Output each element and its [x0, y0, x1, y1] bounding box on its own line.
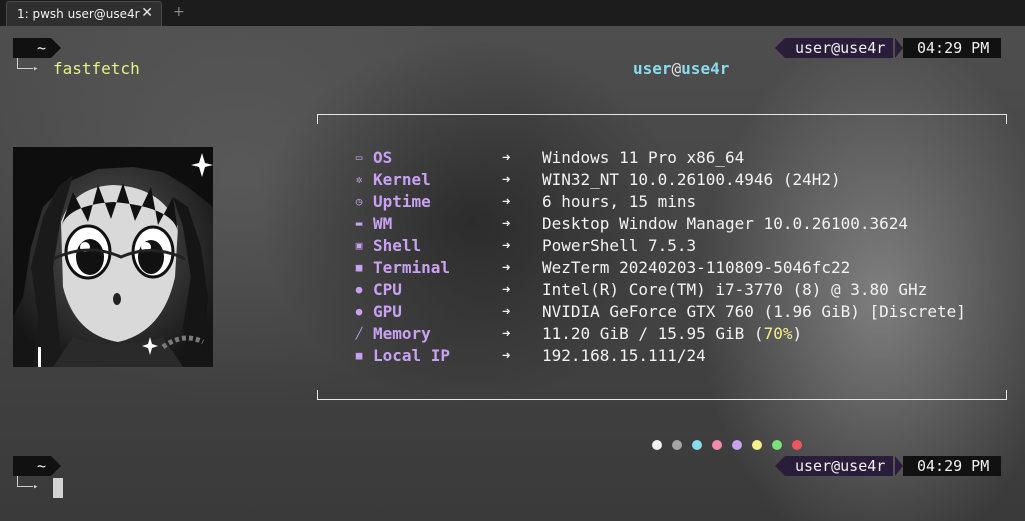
- gpu-icon: ●: [355, 305, 363, 318]
- arrow-right-icon: ➜: [502, 348, 511, 364]
- memory-icon: ╱: [355, 327, 363, 340]
- arrow-right-icon: ➜: [502, 304, 511, 320]
- info-key: Kernel: [373, 170, 431, 189]
- terminal-icon: ■: [355, 261, 363, 274]
- prompt-user-segment: user@use4r: [774, 38, 894, 58]
- tab-pwsh[interactable]: 1: pwsh user@use4r ✕: [6, 1, 162, 26]
- prompt-connector: [17, 58, 33, 69]
- info-key: WM: [373, 214, 393, 233]
- info-value: 192.168.15.111/24: [542, 346, 706, 365]
- anime-girl-logo-image: [13, 147, 213, 367]
- terminal-pane[interactable]: ~ ▸ fastfetch user@use4r 04:29 PM user@u…: [0, 26, 1025, 521]
- tab-bar: 1: pwsh user@use4r ✕ +: [0, 0, 1025, 26]
- info-key: Memory: [373, 324, 431, 343]
- arrow-right-icon: ➜: [502, 282, 511, 298]
- palette-dot: [672, 440, 682, 450]
- cpu-icon: ●: [355, 283, 363, 296]
- info-key: Local IP: [373, 346, 451, 365]
- prompt-path-segment: ~: [13, 38, 61, 58]
- info-key: OS: [373, 148, 393, 167]
- arrow-right-icon: ➜: [502, 216, 511, 232]
- info-value: PowerShell 7.5.3: [542, 236, 697, 255]
- info-value: NVIDIA GeForce GTX 760 (1.96 GiB) [Discr…: [542, 302, 966, 321]
- memory-usage: 11.20 GiB / 15.95 GiB (: [542, 324, 764, 343]
- palette-dot: [692, 440, 702, 450]
- info-key: Terminal: [373, 258, 451, 277]
- info-key: CPU: [373, 280, 402, 299]
- prompt-time-segment: 04:29 PM: [894, 456, 1002, 476]
- fetch-title-host: use4r: [681, 59, 730, 78]
- prompt-user-host: user@use4r: [795, 39, 886, 57]
- prompt-user-host: user@use4r: [795, 457, 886, 475]
- info-key: Shell: [373, 236, 422, 255]
- fetch-box-bottom: [317, 390, 1007, 400]
- info-value: Windows 11 Pro x86_64: [542, 148, 745, 167]
- arrow-right-icon: ➜: [502, 326, 511, 342]
- network-icon: ■: [355, 349, 363, 362]
- arrow-right-icon: ▸: [33, 64, 39, 74]
- palette-dot: [712, 440, 722, 450]
- info-key: GPU: [373, 302, 402, 321]
- memory-close-paren: ): [792, 324, 803, 343]
- info-value: Intel(R) Core(TM) i7-3770 (8) @ 3.80 GHz: [542, 280, 928, 299]
- info-value: Desktop Window Manager 10.0.26100.3624: [542, 214, 909, 233]
- prompt-path: ~: [37, 39, 47, 57]
- info-key: Uptime: [373, 192, 431, 211]
- fetch-title-user: user: [633, 59, 672, 78]
- prompt-time: 04:29 PM: [917, 457, 990, 475]
- info-value: 6 hours, 15 mins: [542, 192, 697, 211]
- prompt-path-segment: ~: [13, 456, 61, 476]
- arrow-right-icon: ➜: [502, 238, 511, 254]
- new-tab-button[interactable]: +: [173, 4, 185, 20]
- monitor-icon: ▭: [355, 151, 363, 164]
- text-cursor: [53, 478, 63, 498]
- gear-icon: ✲: [355, 173, 363, 186]
- prompt-path: ~: [37, 457, 47, 475]
- fetch-box-top: [317, 114, 1007, 124]
- window-icon: ▬: [355, 217, 363, 230]
- palette-dot: [792, 440, 802, 450]
- clock-icon: ◷: [355, 195, 363, 208]
- arrow-right-icon: ➜: [502, 194, 511, 210]
- arrow-right-icon: ➜: [502, 150, 511, 166]
- shell-icon: ▣: [355, 239, 363, 252]
- prompt-user-segment: user@use4r: [774, 456, 894, 476]
- info-value: 11.20 GiB / 15.95 GiB (70%): [542, 323, 802, 345]
- arrow-right-icon: ▸: [33, 482, 39, 492]
- prompt-time-segment: 04:29 PM: [894, 38, 1002, 58]
- prompt-connector: [17, 476, 33, 487]
- palette-dot: [772, 440, 782, 450]
- arrow-right-icon: ➜: [502, 260, 511, 276]
- arrow-right-icon: ➜: [502, 172, 511, 188]
- palette-dot: [652, 440, 662, 450]
- close-icon[interactable]: ✕: [141, 5, 153, 21]
- prompt-time: 04:29 PM: [917, 39, 990, 57]
- info-value: WezTerm 20240203-110809-5046fc22: [542, 258, 851, 277]
- tab-title: 1: pwsh user@use4r: [17, 7, 140, 21]
- info-value: WIN32_NT 10.0.26100.4946 (24H2): [542, 170, 841, 189]
- command-text: fastfetch: [53, 59, 140, 78]
- fetch-title-at: @: [671, 59, 682, 78]
- memory-percent: 70%: [763, 324, 793, 343]
- palette-dot: [752, 440, 762, 450]
- color-palette: [652, 440, 812, 452]
- fetch-title: user@use4r: [633, 58, 729, 80]
- palette-dot: [732, 440, 742, 450]
